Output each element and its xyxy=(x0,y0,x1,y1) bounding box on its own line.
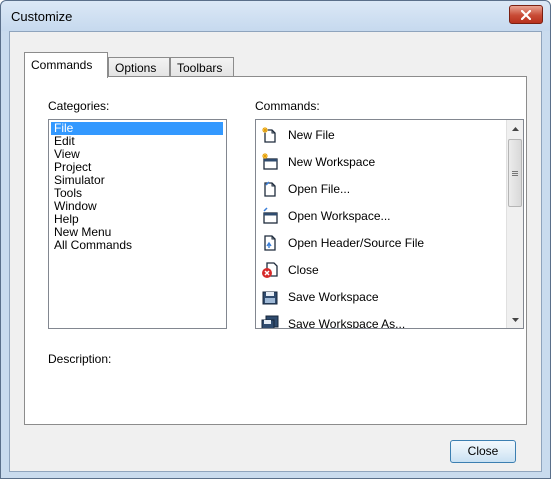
save-workspace-as-icon xyxy=(261,315,279,328)
command-item[interactable]: Open Header/Source File xyxy=(256,230,506,257)
close-icon xyxy=(521,9,531,20)
scroll-down-button[interactable] xyxy=(507,311,523,328)
window-close-button[interactable] xyxy=(509,5,543,24)
grip-icon xyxy=(512,170,518,176)
title-bar[interactable]: Customize xyxy=(1,1,550,31)
command-label: New File xyxy=(288,128,335,142)
open-file-icon xyxy=(264,181,276,197)
arrow-down-icon xyxy=(511,317,519,322)
category-item-all-commands[interactable]: All Commands xyxy=(51,239,135,252)
new-file-icon xyxy=(262,127,276,143)
command-label: Open Header/Source File xyxy=(288,236,425,250)
tab-toolbars[interactable]: Toolbars xyxy=(170,57,234,77)
new-workspace-icon xyxy=(262,153,278,170)
close-button[interactable]: Close xyxy=(450,440,516,463)
customize-dialog: Customize Commands Options Toolbars Cate… xyxy=(0,0,551,479)
command-label: Open Workspace... xyxy=(288,209,391,223)
categories-label: Categories: xyxy=(48,99,110,113)
command-label: New Workspace xyxy=(288,155,376,169)
open-header-source-icon xyxy=(264,235,276,251)
command-item[interactable]: Open File... xyxy=(256,176,506,203)
commands-label: Commands: xyxy=(255,99,320,113)
scroll-thumb[interactable] xyxy=(508,139,522,207)
arrow-up-icon xyxy=(511,126,519,131)
command-item[interactable]: Save Workspace xyxy=(256,284,506,311)
command-item[interactable]: Open Workspace... xyxy=(256,203,506,230)
save-workspace-icon xyxy=(262,291,278,305)
command-label: Save Workspace As... xyxy=(288,317,406,329)
command-item[interactable]: New File xyxy=(256,122,506,149)
dialog-client-area: Commands Options Toolbars Categories: Fi… xyxy=(9,31,542,472)
commands-listbox[interactable]: New File New Workspace Open File... Open… xyxy=(255,119,524,329)
window-title: Customize xyxy=(11,9,73,24)
categories-listbox[interactable]: File Edit View Project Simulator Tools W… xyxy=(48,119,227,329)
tab-commands[interactable]: Commands xyxy=(24,52,108,78)
commands-tab-panel: Categories: File Edit View Project Simul… xyxy=(24,76,527,425)
command-item[interactable]: New Workspace xyxy=(256,149,506,176)
scroll-up-button[interactable] xyxy=(507,120,523,137)
command-label: Close xyxy=(288,263,319,277)
command-label: Open File... xyxy=(288,182,351,196)
description-label: Description: xyxy=(48,352,112,366)
open-workspace-icon xyxy=(263,207,278,224)
commands-scrollbar[interactable] xyxy=(506,120,523,328)
tab-options[interactable]: Options xyxy=(108,57,170,77)
command-item[interactable]: Save Workspace As... xyxy=(256,311,506,329)
command-item[interactable]: Close xyxy=(256,257,506,284)
category-item-file[interactable]: File xyxy=(51,122,223,135)
command-label: Save Workspace xyxy=(288,290,379,304)
close-file-icon xyxy=(262,262,278,278)
